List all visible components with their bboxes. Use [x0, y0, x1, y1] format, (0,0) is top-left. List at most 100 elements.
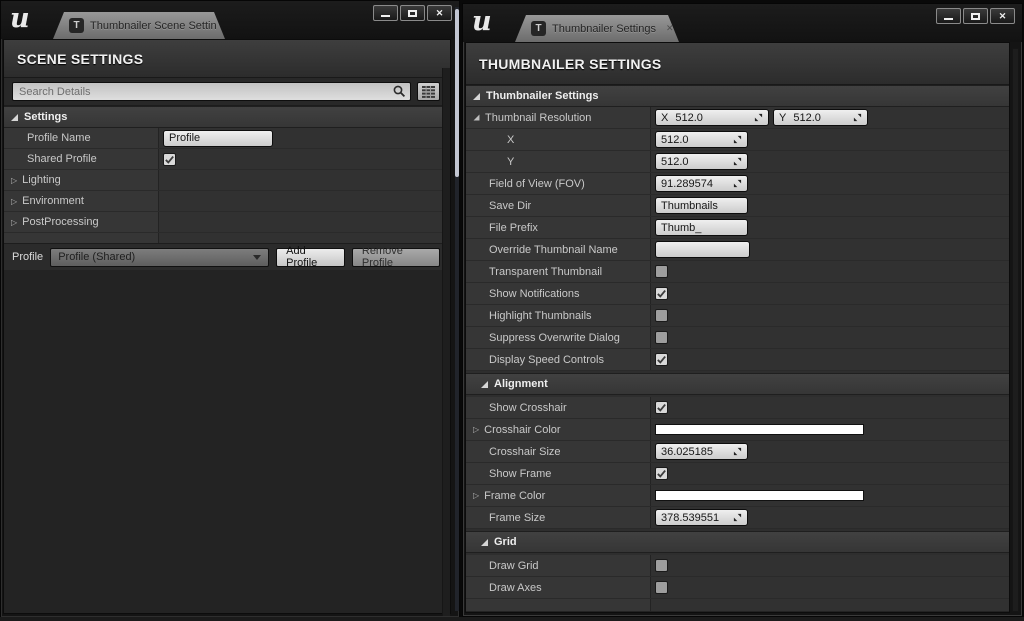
scene-settings-window: u T Thumbnailer Scene Settin ✕ ✕ SCENE S…	[0, 0, 460, 618]
row-suppress-overwrite: Suppress Overwrite Dialog	[466, 327, 1009, 349]
tab-close-icon[interactable]: ✕	[227, 20, 235, 31]
highlight-thumbnails-checkbox[interactable]	[655, 309, 668, 322]
row-label: Y	[507, 156, 514, 168]
row-label: Lighting	[22, 174, 61, 186]
checkmark-icon	[656, 354, 667, 365]
profile-dropdown[interactable]: Profile (Shared)	[50, 248, 269, 267]
row-fov: Field of View (FOV) 91.289574	[466, 173, 1009, 195]
collapsed-arrow-icon	[11, 176, 17, 185]
crosshair-color-swatch[interactable]	[655, 424, 864, 435]
category-settings[interactable]: Settings	[4, 106, 450, 128]
category-thumbnailer-settings[interactable]: Thumbnailer Settings	[466, 85, 1009, 107]
row-crosshair-size: Crosshair Size 36.025185	[466, 441, 1009, 463]
row-label: Suppress Overwrite Dialog	[489, 332, 620, 344]
row-resolution-y: Y 512.0	[466, 151, 1009, 173]
checkmark-icon	[656, 402, 667, 413]
show-crosshair-checkbox[interactable]	[655, 401, 668, 414]
profile-label: Profile	[12, 251, 43, 263]
add-profile-button[interactable]: Add Profile	[276, 248, 345, 267]
row-label: Field of View (FOV)	[489, 178, 585, 190]
remove-profile-button[interactable]: Remove Profile	[352, 248, 440, 267]
file-prefix-field[interactable]: Thumb_	[655, 219, 748, 236]
thumbnailer-settings-window: u T Thumbnailer Settings ✕ ✕ THUMBNAILER…	[462, 3, 1023, 617]
row-environment[interactable]: Environment	[4, 191, 450, 212]
row-shared-profile: Shared Profile	[4, 149, 450, 170]
expanded-arrow-icon	[473, 93, 480, 100]
details-scrollbar[interactable]	[1012, 48, 1019, 612]
tab-thumbnailer-scene-settings[interactable]: T Thumbnailer Scene Settin ✕	[53, 12, 225, 39]
chevron-down-icon	[253, 255, 261, 260]
save-dir-field[interactable]: Thumbnails	[655, 197, 748, 214]
row-lighting[interactable]: Lighting	[4, 170, 450, 191]
suppress-overwrite-checkbox[interactable]	[655, 331, 668, 344]
row-postprocessing[interactable]: PostProcessing	[4, 212, 450, 233]
window-scrollbar-track[interactable]	[455, 7, 459, 611]
row-label: Transparent Thumbnail	[489, 266, 602, 278]
row-label: Frame Size	[489, 512, 545, 524]
expanded-arrow-icon	[474, 115, 480, 121]
resolution-x-spinbox[interactable]: X512.0	[655, 109, 769, 126]
minimize-button[interactable]	[373, 5, 398, 21]
expanded-arrow-icon	[481, 539, 488, 546]
view-options-button[interactable]	[417, 82, 440, 101]
row-show-notifications: Show Notifications	[466, 283, 1009, 305]
row-label: Thumbnail Resolution	[485, 112, 591, 124]
row-resolution-x: X 512.0	[466, 129, 1009, 151]
transparent-thumbnail-checkbox[interactable]	[655, 265, 668, 278]
row-label: Crosshair Size	[489, 446, 561, 458]
row-override-name: Override Thumbnail Name	[466, 239, 1009, 261]
profile-name-field[interactable]: Profile	[163, 130, 273, 147]
collapsed-arrow-icon	[473, 491, 479, 500]
close-icon: ✕	[436, 8, 444, 19]
left-titlebar[interactable]: u T Thumbnailer Scene Settin ✕ ✕	[1, 1, 459, 39]
expanded-arrow-icon	[11, 114, 18, 121]
y-spinbox[interactable]: 512.0	[655, 153, 748, 170]
close-button[interactable]: ✕	[990, 8, 1015, 24]
maximize-button[interactable]	[400, 5, 425, 21]
grid-view-icon	[422, 86, 435, 98]
frame-color-swatch[interactable]	[655, 490, 864, 501]
crosshair-size-spinbox[interactable]: 36.025185	[655, 443, 748, 460]
right-titlebar[interactable]: u T Thumbnailer Settings ✕ ✕	[463, 4, 1022, 42]
minimize-button[interactable]	[936, 8, 961, 24]
tab-close-icon[interactable]: ✕	[666, 23, 674, 34]
row-file-prefix: File Prefix Thumb_	[466, 217, 1009, 239]
draw-grid-checkbox[interactable]	[655, 559, 668, 572]
display-speed-controls-checkbox[interactable]	[655, 353, 668, 366]
close-button[interactable]: ✕	[427, 5, 452, 21]
category-alignment[interactable]: Alignment	[466, 373, 1009, 395]
tab-thumbnailer-settings[interactable]: T Thumbnailer Settings ✕	[515, 15, 679, 42]
checkmark-icon	[656, 468, 667, 479]
drag-value-icon	[733, 135, 742, 144]
row-label: Show Crosshair	[489, 402, 567, 414]
row-draw-axes: Draw Axes	[466, 577, 1009, 599]
search-box[interactable]	[12, 82, 411, 101]
row-frame-size: Frame Size 378.539551	[466, 507, 1009, 529]
show-frame-checkbox[interactable]	[655, 467, 668, 480]
empty-area	[466, 611, 1009, 612]
override-name-field[interactable]	[655, 241, 750, 258]
frame-size-spinbox[interactable]: 378.539551	[655, 509, 748, 526]
resolution-y-spinbox[interactable]: Y512.0	[773, 109, 868, 126]
details-scrollbar[interactable]	[442, 68, 450, 616]
shared-profile-checkbox[interactable]	[163, 153, 176, 166]
show-notifications-checkbox[interactable]	[655, 287, 668, 300]
window-scrollbar-thumb[interactable]	[455, 9, 459, 177]
row-label: File Prefix	[489, 222, 538, 234]
row-thumbnail-resolution: Thumbnail Resolution X512.0 Y512.0	[466, 107, 1009, 129]
row-label: PostProcessing	[22, 216, 98, 228]
checkmark-icon	[656, 288, 667, 299]
maximize-button[interactable]	[963, 8, 988, 24]
row-show-frame: Show Frame	[466, 463, 1009, 485]
row-save-dir: Save Dir Thumbnails	[466, 195, 1009, 217]
profile-bar: Profile Profile (Shared) Add Profile Rem…	[4, 243, 450, 270]
unreal-logo-icon: u	[10, 2, 30, 36]
fov-spinbox[interactable]: 91.289574	[655, 175, 748, 192]
x-spinbox[interactable]: 512.0	[655, 131, 748, 148]
row-label: Draw Grid	[489, 560, 539, 572]
category-label: Settings	[24, 111, 67, 123]
collapsed-arrow-icon	[473, 425, 479, 434]
search-input[interactable]	[19, 86, 393, 98]
category-grid[interactable]: Grid	[466, 531, 1009, 553]
draw-axes-checkbox[interactable]	[655, 581, 668, 594]
